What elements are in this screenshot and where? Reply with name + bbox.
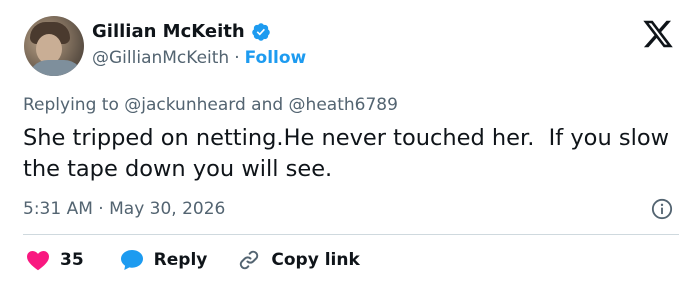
author-name-row: Gillian McKeith (92, 21, 271, 42)
tweet-date: May 30, 2026 (109, 199, 226, 219)
replying-to-line: Replying to @jackunheard and @heath6789 (23, 95, 398, 115)
info-icon[interactable] (651, 198, 673, 220)
follow-button[interactable]: Follow (245, 48, 307, 68)
author-display-name[interactable]: Gillian McKeith (92, 21, 245, 42)
separator-dot: · (234, 48, 240, 68)
author-handle[interactable]: @GillianMcKeith (92, 48, 229, 68)
replying-and: and (251, 95, 284, 115)
mention-link-2[interactable]: @heath6789 (289, 95, 398, 115)
mention-link-1[interactable]: @jackunheard (124, 95, 246, 115)
reply-bubble-icon (120, 250, 143, 270)
author-handle-row: @GillianMcKeith · Follow (92, 48, 306, 68)
timestamp-separator: · (98, 199, 104, 219)
replying-prefix: Replying to (23, 95, 119, 115)
reply-label: Reply (153, 250, 208, 270)
heart-icon (27, 251, 49, 271)
x-logo-icon[interactable] (641, 19, 675, 49)
like-button[interactable]: 35 (26, 249, 84, 271)
tweet-timestamp[interactable]: 5:31 AM · May 30, 2026 (23, 199, 225, 219)
copy-link-button[interactable]: Copy link (237, 248, 360, 272)
link-icon (240, 250, 259, 270)
avatar-shirt (28, 60, 84, 76)
verified-badge-icon (251, 22, 270, 41)
tweet-text: She tripped on netting.He never touched … (23, 125, 677, 182)
tweet-time: 5:31 AM (23, 199, 93, 219)
tweet-actions: 35 Reply Copy link (26, 248, 360, 272)
reply-button[interactable]: Reply (120, 249, 208, 271)
copy-link-label: Copy link (271, 250, 360, 270)
like-count: 35 (60, 250, 84, 270)
avatar[interactable] (24, 16, 84, 76)
divider (23, 234, 679, 235)
